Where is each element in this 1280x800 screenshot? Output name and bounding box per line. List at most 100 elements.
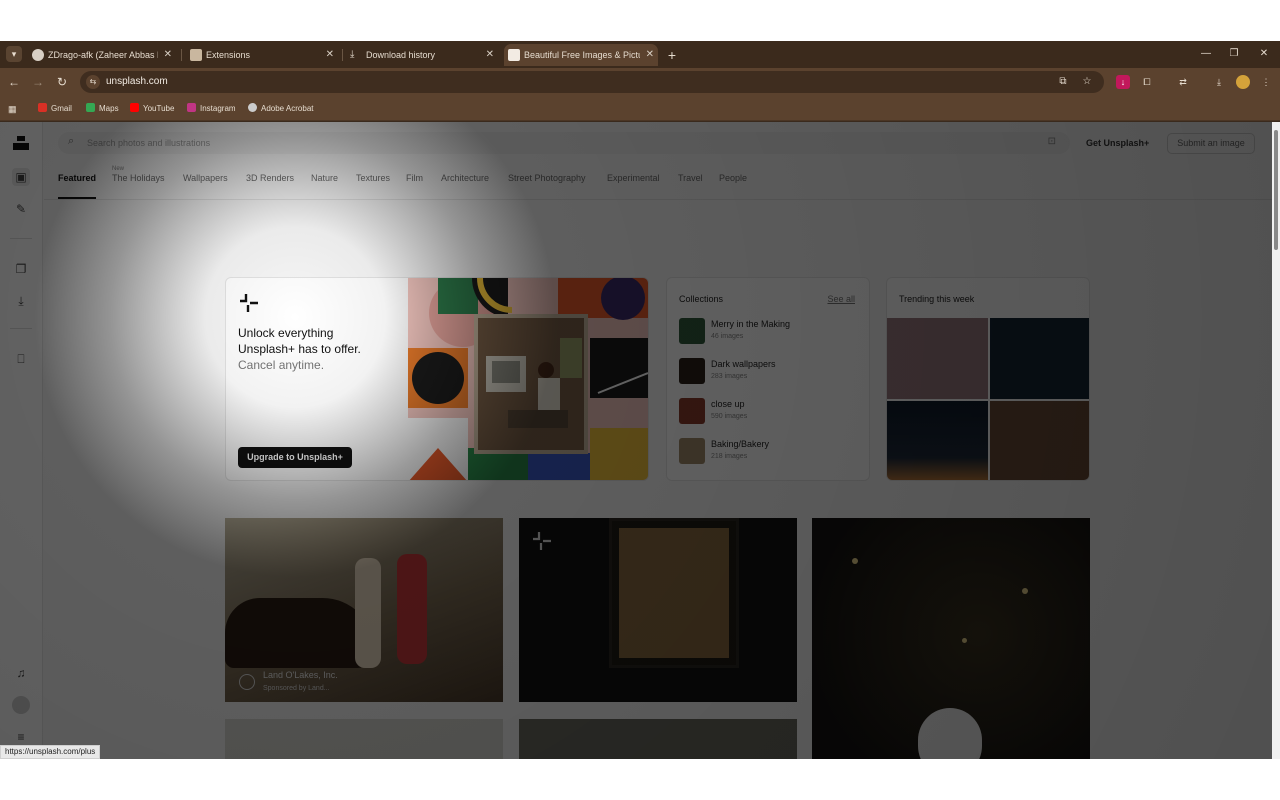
hamburger-menu-icon[interactable]: ≡	[12, 728, 30, 746]
close-icon[interactable]: ✕	[486, 44, 494, 66]
collection-name: Dark wallpapers	[711, 359, 776, 369]
trending-photo[interactable]	[887, 401, 988, 480]
unsplash-plus-promo-card: Unlock everything Unsplash+ has to offer…	[225, 277, 649, 481]
photos-icon[interactable]: ▣	[12, 168, 30, 186]
new-tab-button[interactable]: +	[664, 44, 680, 66]
menu-icon[interactable]: ⋮	[1259, 75, 1273, 89]
submit-image-button[interactable]: Submit an image	[1167, 133, 1255, 154]
promo-subtext: Cancel anytime.	[238, 358, 325, 372]
reload-icon[interactable]: ↻	[54, 74, 70, 90]
profile-avatar-icon[interactable]	[1236, 75, 1250, 89]
tab-travel[interactable]: Travel	[678, 173, 703, 195]
unsplash-plus-icon	[240, 294, 258, 312]
forward-icon[interactable]: →	[30, 74, 46, 90]
trending-photo[interactable]	[887, 318, 988, 399]
bookmark-star-icon[interactable]: ☆	[1080, 75, 1094, 89]
tab-search-button[interactable]: ▾	[6, 46, 22, 62]
apps-grid-icon[interactable]: ▦	[8, 102, 17, 116]
bookmark-youtube[interactable]: YouTube	[130, 102, 174, 116]
tab-experimental[interactable]: Experimental	[607, 173, 660, 195]
collection-count: 283 images	[711, 373, 748, 380]
tab-street-photography[interactable]: Street Photography	[508, 173, 586, 195]
tab-title: ZDrago-afk (Zaheer Abbas Khä	[48, 50, 158, 60]
tab-extensions[interactable]: Extensions ✕	[186, 44, 338, 66]
bookmark-label: Adobe Acrobat	[261, 104, 314, 113]
trending-card: Trending this week	[886, 277, 1090, 481]
close-icon[interactable]: ✕	[326, 44, 334, 66]
extensions-icon[interactable]: ⧠	[1140, 75, 1154, 89]
promo-artwork	[408, 278, 648, 480]
site-info-icon[interactable]: ⇆	[86, 75, 100, 89]
collection-name: Baking/Bakery	[711, 439, 770, 449]
tab-3d-renders[interactable]: 3D Renders	[246, 173, 294, 195]
person-shape	[397, 554, 427, 664]
photo-tile[interactable]	[225, 719, 503, 759]
bookmark-maps[interactable]: Maps	[86, 102, 119, 116]
bookmark-instagram[interactable]: Instagram	[187, 102, 236, 116]
minimize-icon[interactable]: —	[1194, 45, 1218, 63]
address-bar[interactable]: ⇆ unsplash.com ⧉ ☆	[80, 71, 1104, 93]
see-all-link[interactable]: See all	[827, 294, 855, 304]
browser-toolbar: ← → ↻ ⇆ unsplash.com ⧉ ☆ ↓ ⧠ ⇄ ⤓ ⋮	[0, 68, 1280, 97]
visual-search-icon[interactable]: ⊡	[1048, 136, 1056, 147]
page-scrollbar[interactable]	[1272, 122, 1280, 759]
tab-github[interactable]: ZDrago-afk (Zaheer Abbas Khä ✕	[28, 44, 176, 66]
translate-icon[interactable]: ⇄	[1176, 75, 1190, 89]
tab-nature[interactable]: Nature	[311, 173, 338, 195]
status-bar-url: https://unsplash.com/plus	[0, 745, 101, 759]
photo-tile[interactable]	[519, 518, 797, 702]
tab-architecture[interactable]: Architecture	[441, 173, 489, 195]
photo-tile[interactable]: Land O'Lakes, Inc. Sponsored by Land...	[225, 518, 503, 702]
tab-textures[interactable]: Textures	[356, 173, 390, 195]
collection-item[interactable]: close up 590 images	[679, 398, 859, 426]
bookmark-label: YouTube	[143, 104, 175, 113]
photo-tile[interactable]	[519, 719, 797, 759]
trending-photo[interactable]	[990, 318, 1089, 399]
tab-strip: ▾ ZDrago-afk (Zaheer Abbas Khä ✕ Extensi…	[0, 41, 1280, 68]
photo-caption: Land O'Lakes, Inc.	[263, 670, 338, 680]
extension-download-icon[interactable]: ↓	[1116, 75, 1130, 89]
downloads-rail-icon[interactable]: ⤓	[12, 292, 30, 310]
horse-shape	[225, 598, 375, 668]
tab-unsplash[interactable]: Beautiful Free Images & Picture ✕	[504, 44, 658, 66]
notifications-bell-icon[interactable]: ♫	[12, 664, 30, 682]
promo-headline-2: Unsplash+ has to offer.	[238, 342, 361, 356]
collection-count: 46 images	[711, 333, 744, 340]
window-light	[619, 528, 729, 658]
upgrade-button[interactable]: Upgrade to Unsplash+	[238, 447, 352, 468]
downloads-icon[interactable]: ⤓	[1212, 75, 1226, 89]
restore-icon[interactable]: ❐	[1222, 45, 1246, 63]
collection-item[interactable]: Dark wallpapers 283 images	[679, 358, 859, 386]
trending-title: Trending this week	[899, 294, 975, 304]
tab-wallpapers[interactable]: Wallpapers	[183, 173, 228, 195]
collections-icon[interactable]: ❐	[12, 260, 30, 278]
tab-film[interactable]: Film	[406, 173, 423, 195]
close-window-icon[interactable]: ✕	[1252, 45, 1276, 63]
search-input[interactable]: ⌕ Search photos and illustrations ⊡	[58, 132, 1070, 154]
close-icon[interactable]: ✕	[646, 44, 654, 66]
bookmark-adobe-acrobat[interactable]: Adobe Acrobat	[248, 102, 313, 116]
tab-people[interactable]: People	[719, 173, 747, 195]
close-icon[interactable]: ✕	[164, 44, 172, 66]
collections-card: Collections See all Merry in the Making …	[666, 277, 870, 481]
tab-title: Download history	[366, 50, 436, 60]
back-icon[interactable]: ←	[6, 74, 22, 90]
bookmark-label: Gmail	[51, 104, 72, 113]
get-unsplash-plus-link[interactable]: Get Unsplash+	[1086, 138, 1149, 148]
bookmark-icon[interactable]: ⎕	[12, 350, 30, 368]
collection-item[interactable]: Baking/Bakery 218 images	[679, 438, 859, 466]
illustrations-pen-icon[interactable]: ✎	[12, 200, 30, 218]
collection-item[interactable]: Merry in the Making 46 images	[679, 318, 859, 346]
photo-tile[interactable]	[812, 518, 1090, 759]
tab-the-holidays[interactable]: New The Holidays	[112, 166, 165, 195]
bookmark-label: Instagram	[200, 104, 236, 113]
tab-download-history[interactable]: ⤓ Download history ✕	[346, 44, 498, 66]
trending-photo[interactable]	[990, 401, 1089, 480]
tab-featured[interactable]: Featured	[58, 173, 97, 199]
install-app-icon[interactable]: ⧉	[1056, 75, 1070, 89]
user-avatar[interactable]	[12, 696, 30, 714]
bookmark-gmail[interactable]: Gmail	[38, 102, 72, 116]
light-dot	[1022, 588, 1028, 594]
left-rail: ▣ ✎ ❐ ⤓ ⎕ ♫ ≡	[0, 122, 43, 759]
unsplash-logo-icon[interactable]	[13, 136, 29, 150]
